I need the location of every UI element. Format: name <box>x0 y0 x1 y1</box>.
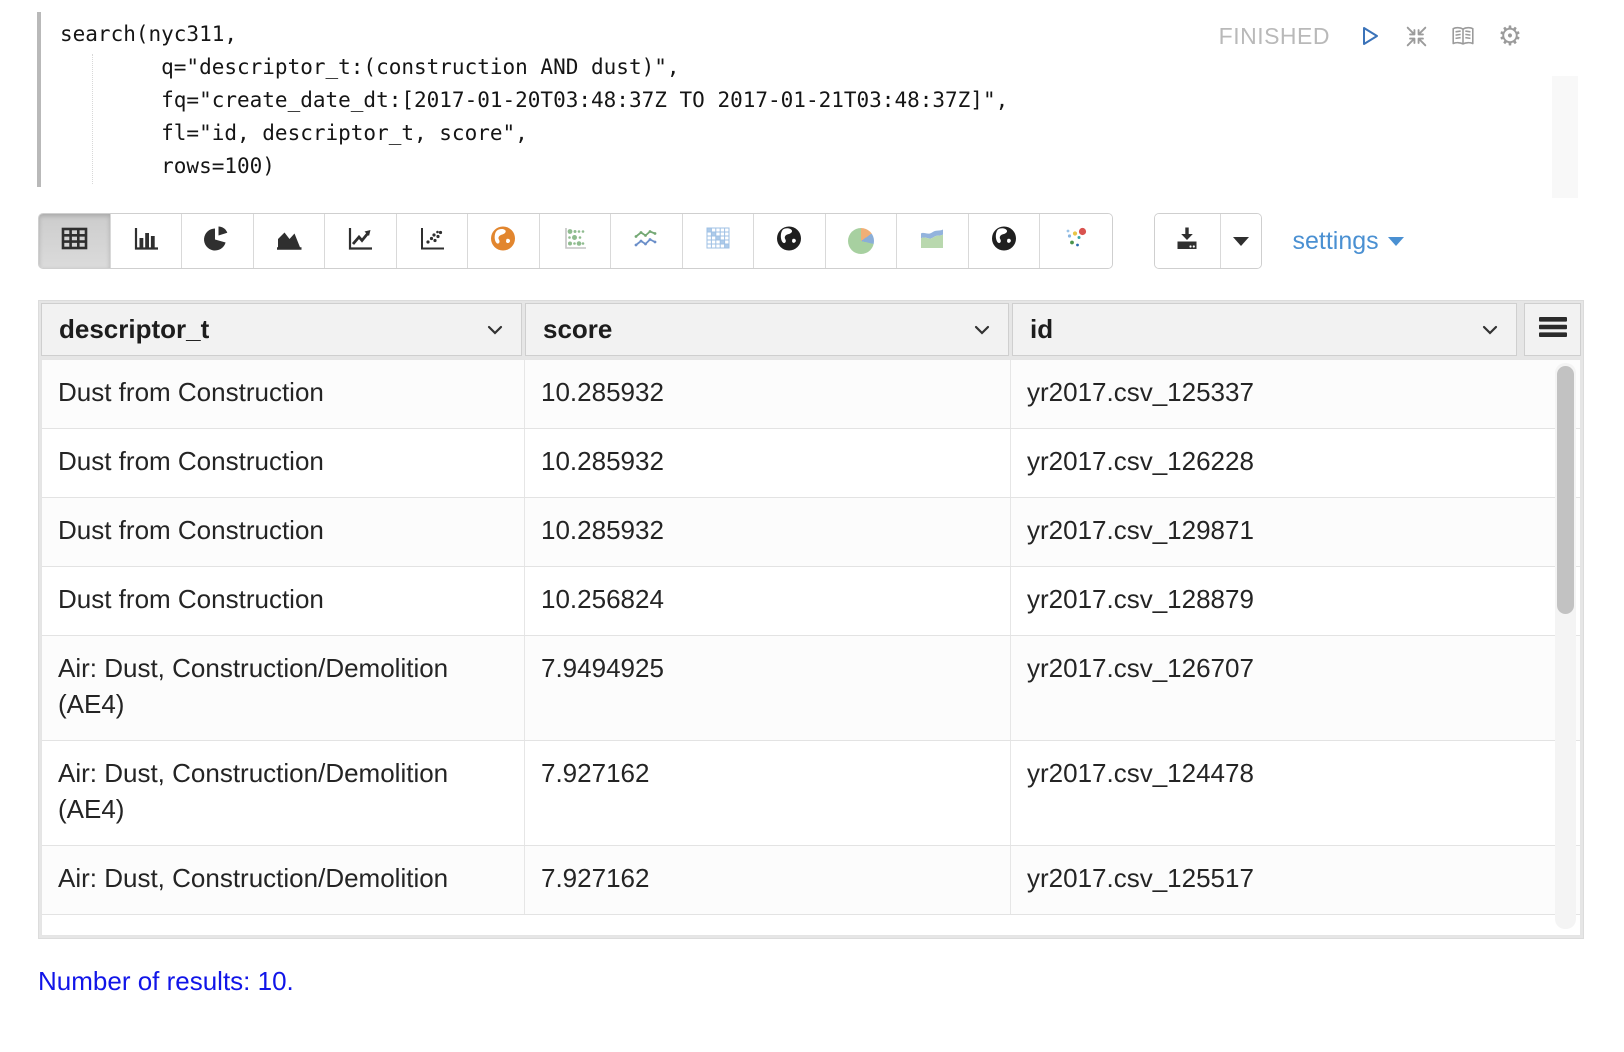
hamburger-menu-icon <box>1538 316 1568 343</box>
bar-chart-icon <box>130 223 162 259</box>
table-menu-button[interactable] <box>1524 303 1581 356</box>
cell-score: 10.285932 <box>525 498 1011 566</box>
chart-btn-area-color[interactable] <box>897 214 969 268</box>
cell-descriptor: Dust from Construction <box>42 429 525 497</box>
download-split-button <box>1154 213 1262 269</box>
column-header-score[interactable]: score <box>525 303 1009 356</box>
results-table: descriptor_t score id <box>38 300 1584 939</box>
pie-chart-color-icon <box>848 228 874 254</box>
collapse-compress-icon[interactable] <box>1402 22 1430 50</box>
cell-score: 10.256824 <box>525 567 1011 635</box>
cell-id: yr2017.csv_125517 <box>1011 846 1580 914</box>
cell-id: yr2017.csv_126707 <box>1011 636 1580 740</box>
code-line: q="descriptor_t:(construction AND dust)"… <box>60 51 1624 84</box>
settings-toggle[interactable]: settings <box>1293 227 1404 256</box>
indent-guide <box>92 54 93 184</box>
cell-score: 7.927162 <box>525 846 1011 914</box>
chart-btn-pie-color[interactable] <box>826 214 898 268</box>
cell-score: 10.285932 <box>525 429 1011 497</box>
table-row[interactable]: Air: Dust, Construction/Demolition 7.927… <box>42 846 1580 915</box>
table-grid-icon <box>58 223 90 259</box>
code-line: rows=100) <box>60 150 1624 183</box>
status-badge: FINISHED <box>1219 23 1330 50</box>
table-row[interactable]: Dust from Construction 10.285932 yr2017.… <box>42 360 1580 429</box>
caret-down-icon <box>1233 237 1249 254</box>
chart-btn-globe[interactable] <box>754 214 826 268</box>
column-label: descriptor_t <box>59 314 209 345</box>
scatter-plot-color-icon <box>1060 223 1092 259</box>
area-chart-color-icon <box>916 223 948 259</box>
chevron-down-icon[interactable] <box>486 324 504 336</box>
chart-type-group <box>38 213 1113 269</box>
chart-btn-map[interactable] <box>468 214 540 268</box>
cell-descriptor: Air: Dust, Construction/Demolition (AE4) <box>42 741 525 845</box>
cell-id: yr2017.csv_129871 <box>1011 498 1580 566</box>
globe-dark-icon-2 <box>988 223 1020 259</box>
column-header-descriptor[interactable]: descriptor_t <box>41 303 522 356</box>
cell-descriptor: Air: Dust, Construction/Demolition <box>42 846 525 914</box>
cell-descriptor: Air: Dust, Construction/Demolition (AE4) <box>42 636 525 740</box>
cell-id: yr2017.csv_126228 <box>1011 429 1580 497</box>
table-scrollbar-thumb[interactable] <box>1557 366 1574 614</box>
globe-dark-icon <box>773 223 805 259</box>
chart-btn-multiline[interactable] <box>611 214 683 268</box>
area-chart-icon <box>273 223 305 259</box>
settings-label: settings <box>1293 227 1379 256</box>
table-row[interactable]: Air: Dust, Construction/Demolition (AE4)… <box>42 636 1580 741</box>
cell-descriptor: Dust from Construction <box>42 567 525 635</box>
chart-btn-heatmap[interactable] <box>683 214 755 268</box>
column-label: id <box>1030 314 1053 345</box>
visualization-toolbar: settings <box>38 213 1586 269</box>
cell-score: 7.927162 <box>525 741 1011 845</box>
table-row[interactable]: Air: Dust, Construction/Demolition (AE4)… <box>42 741 1580 846</box>
chart-btn-pie[interactable] <box>182 214 254 268</box>
line-chart-icon <box>344 223 376 259</box>
run-play-icon[interactable] <box>1355 22 1383 50</box>
cell-id: yr2017.csv_124478 <box>1011 741 1580 845</box>
chart-btn-area[interactable] <box>254 214 326 268</box>
chart-btn-table[interactable] <box>39 214 111 268</box>
results-count-text: Number of results: 10. <box>38 966 1624 997</box>
cell-score: 7.9494925 <box>525 636 1011 740</box>
table-body[interactable]: Dust from Construction 10.285932 yr2017.… <box>41 359 1581 936</box>
notebook-paragraph: search(nyc311, q="descriptor_t:(construc… <box>0 0 1624 187</box>
cell-score: 10.285932 <box>525 360 1011 428</box>
chart-btn-bar[interactable] <box>111 214 183 268</box>
map-orange-globe-icon <box>487 223 519 259</box>
cell-id: yr2017.csv_128879 <box>1011 567 1580 635</box>
table-row[interactable]: Dust from Construction 10.285932 yr2017.… <box>42 498 1580 567</box>
cell-id: yr2017.csv_125337 <box>1011 360 1580 428</box>
chart-btn-globe-2[interactable] <box>969 214 1041 268</box>
table-row[interactable]: Dust from Construction 10.285932 yr2017.… <box>42 429 1580 498</box>
chart-btn-scatter[interactable] <box>397 214 469 268</box>
table-row[interactable]: Dust from Construction 10.256824 yr2017.… <box>42 567 1580 636</box>
paragraph-gear-icon[interactable]: ⚙ <box>1496 22 1524 50</box>
chart-btn-bubble[interactable] <box>540 214 612 268</box>
code-scrollbar[interactable] <box>1552 76 1578 198</box>
paragraph-controls: FINISHED ⚙ <box>1219 22 1524 50</box>
column-header-id[interactable]: id <box>1012 303 1517 356</box>
code-line: fl="id, descriptor_t, score", <box>60 117 1624 150</box>
show-editor-book-icon[interactable] <box>1449 22 1477 50</box>
pie-chart-icon <box>201 223 233 259</box>
chevron-down-icon[interactable] <box>1481 324 1499 336</box>
download-button[interactable] <box>1155 214 1221 268</box>
scatter-plot-icon <box>416 223 448 259</box>
chart-btn-scatter-color[interactable] <box>1040 214 1112 268</box>
table-scrollbar-track[interactable] <box>1555 363 1576 929</box>
column-label: score <box>543 314 612 345</box>
cell-descriptor: Dust from Construction <box>42 498 525 566</box>
bubble-chart-icon <box>559 223 591 259</box>
chevron-down-icon[interactable] <box>973 324 991 336</box>
caret-down-icon <box>1388 237 1404 254</box>
download-icon <box>1173 225 1201 257</box>
code-line: fq="create_date_dt:[2017-01-20T03:48:37Z… <box>60 84 1624 117</box>
chart-btn-line[interactable] <box>325 214 397 268</box>
heatmap-icon <box>702 223 734 259</box>
download-options-button[interactable] <box>1221 214 1261 268</box>
multi-line-chart-icon <box>630 223 662 259</box>
cell-descriptor: Dust from Construction <box>42 360 525 428</box>
table-header-row: descriptor_t score id <box>41 303 1581 356</box>
